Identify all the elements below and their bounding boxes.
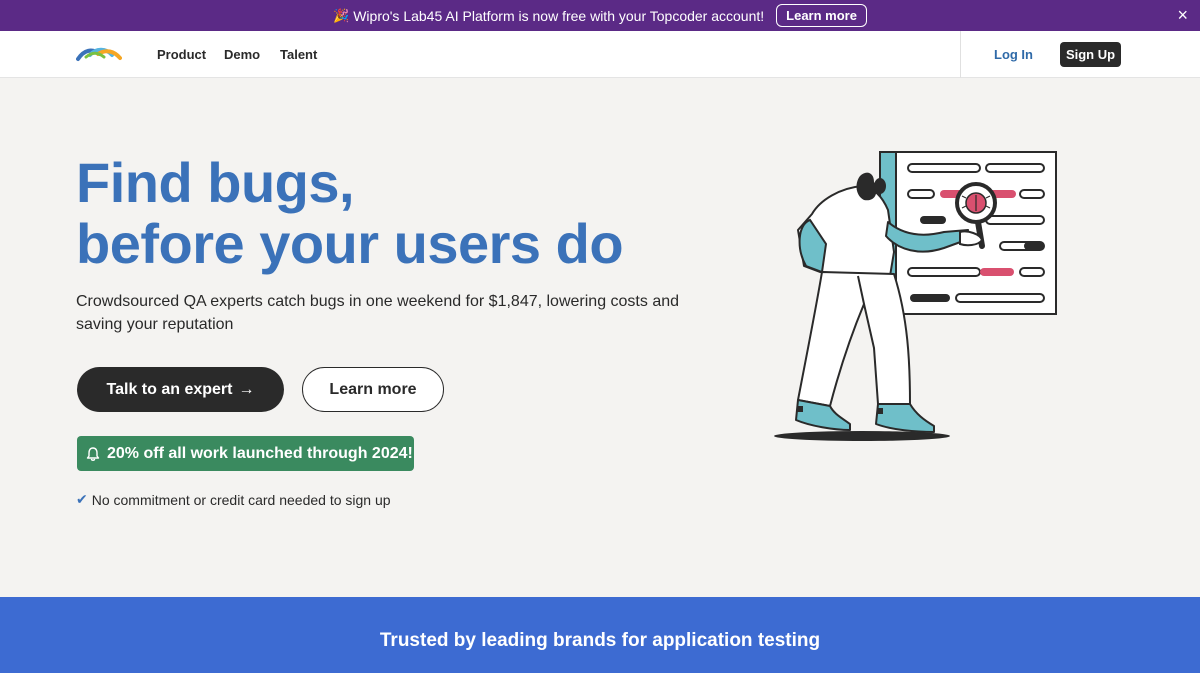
talk-to-expert-button[interactable]: Talk to an expert → (77, 367, 284, 412)
learn-more-button[interactable]: Learn more (302, 367, 444, 412)
hero-subtitle: Crowdsourced QA experts catch bugs in on… (76, 293, 680, 333)
announcement-learn-more-button[interactable]: Learn more (776, 4, 867, 27)
promo-text: 20% off all work launched through 2024! (107, 444, 413, 462)
login-link[interactable]: Log In (994, 47, 1033, 62)
close-icon[interactable]: × (1177, 5, 1188, 25)
bell-icon (86, 446, 100, 461)
signup-note-text: No commitment or credit card needed to s… (91, 491, 391, 508)
nav-item-product[interactable]: Product (157, 47, 206, 62)
promo-badge: 20% off all work launched through 2024! (77, 436, 414, 471)
nav-item-talent[interactable]: Talent (280, 47, 317, 62)
nav-item-demo[interactable]: Demo (224, 47, 260, 62)
bug-hunter-illustration (774, 151, 1057, 441)
hero-title: Find bugs, before your users do (76, 151, 624, 275)
signup-note: ✔ No commitment or credit card needed to… (76, 491, 391, 508)
hero-title-line-2: before your users do (76, 212, 624, 275)
talk-to-expert-label: Talk to an expert (106, 380, 233, 398)
top-nav: Product Demo Talent Log In Sign Up (0, 31, 1200, 78)
announcement-bar: 🎉 Wipro's Lab45 AI Platform is now free … (0, 0, 1200, 31)
party-icon: 🎉 (333, 7, 350, 23)
logo-icon[interactable] (76, 46, 122, 64)
trusted-band: Trusted by leading brands for applicatio… (0, 597, 1200, 673)
signup-button[interactable]: Sign Up (1060, 42, 1121, 67)
trusted-heading: Trusted by leading brands for applicatio… (379, 630, 821, 651)
arrow-right-icon: → (238, 380, 255, 398)
hero-title-line-1: Find bugs, (76, 151, 355, 214)
announcement-text: Wipro's Lab45 AI Platform is now free wi… (353, 7, 765, 24)
nav-divider (960, 31, 961, 78)
learn-more-label: Learn more (329, 380, 417, 398)
checkmark-icon: ✔ (76, 491, 88, 507)
